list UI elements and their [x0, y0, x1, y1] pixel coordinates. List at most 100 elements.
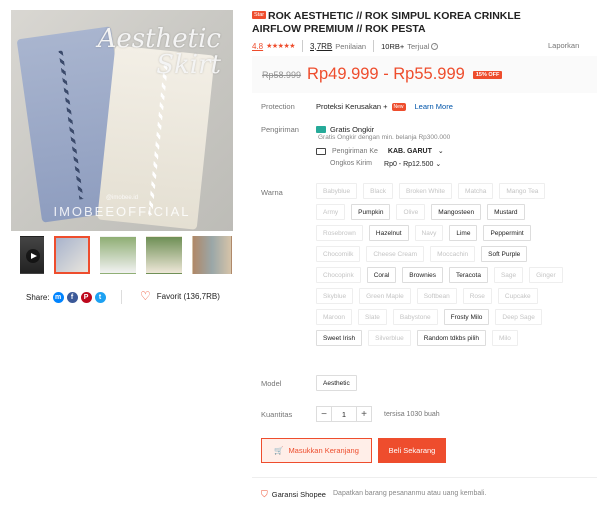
variant-option: Olive [396, 204, 426, 220]
cart-icon: 🛒 [274, 446, 284, 455]
quantity-label: Kuantitas [261, 410, 293, 419]
free-shipping-title: Gratis Ongkir [330, 125, 375, 134]
share-label: Share: [26, 293, 50, 302]
variant-option: Softbean [416, 288, 457, 304]
variant-option: Babystone [392, 309, 438, 325]
divider [252, 477, 597, 478]
variant-option: Maroon [316, 309, 353, 325]
chevron-down-icon[interactable]: ⌄ [438, 147, 444, 155]
free-shipping-row: Gratis Ongkir [316, 125, 374, 134]
guarantee-subtitle: Dapatkan barang pesananmu atau uang kemb… [333, 490, 487, 497]
pinterest-icon[interactable]: P [80, 292, 92, 303]
help-icon[interactable]: ? [431, 42, 439, 50]
variant-option: Navy [414, 225, 444, 241]
decrement-button[interactable]: − [316, 406, 332, 422]
variant-option[interactable]: Coral [366, 267, 397, 283]
ship-to-value[interactable]: KAB. GARUT [388, 148, 432, 155]
overlay-handle: @imobee.id [105, 195, 139, 201]
variant-option[interactable]: Mangosteen [431, 204, 482, 220]
variant-option: Broken White [399, 183, 453, 199]
guarantee-row[interactable]: ⛉ Garansi Shopee [261, 489, 326, 500]
share-row: Share: m f P t [26, 292, 106, 303]
price-box: Rp58.999 Rp49.999 - Rp55.999 15% OFF [252, 56, 597, 93]
protection-value: Proteksi Kerusakan + [316, 102, 388, 111]
messenger-icon[interactable]: m [52, 292, 64, 303]
variant-option[interactable]: Random tdkbs pilih [416, 330, 486, 346]
variant-option[interactable]: Frosty Milo [443, 309, 490, 325]
play-icon [26, 249, 40, 263]
thumbnail-2[interactable] [100, 236, 136, 274]
increment-button[interactable]: + [356, 406, 372, 422]
add-to-cart-label: Masukkan Keranjang [288, 446, 359, 455]
thumbnail-3[interactable] [146, 236, 182, 274]
variant-option: Mango Tea [499, 183, 546, 199]
buy-now-button[interactable]: Beli Sekarang [378, 438, 446, 463]
product-title: ROK AESTHETIC // ROK SIMPUL KOREA CRINKL… [252, 10, 521, 35]
original-price: Rp58.999 [262, 69, 302, 80]
add-to-cart-button[interactable]: 🛒 Masukkan Keranjang [261, 438, 372, 463]
main-product-image[interactable]: Aesthetic Skirt @imobee.id IMOBEEOFFICIA… [11, 10, 233, 231]
learn-more-link[interactable]: Learn More [415, 102, 453, 111]
shipping-cost-label: Ongkos Kirim [330, 160, 373, 167]
variant-option[interactable]: Lime [449, 225, 478, 241]
thumbnail-4[interactable] [192, 236, 232, 274]
quantity-input[interactable]: 1 [332, 406, 356, 422]
chevron-down-icon: ⌄ [435, 161, 442, 168]
variant-option: Babyblue [316, 183, 358, 199]
variant-option: Slate [358, 309, 387, 325]
star-seller-badge: Star [252, 11, 267, 19]
variant-option: Deep Sage [495, 309, 542, 325]
variant-option[interactable]: Sweet Irish [316, 330, 363, 346]
variant-option: Matcha [458, 183, 494, 199]
variant-option[interactable]: Hazelnut [368, 225, 409, 241]
sold-count: 10RB+ [381, 41, 405, 51]
variant-option: Silverblue [368, 330, 411, 346]
truck-icon [316, 147, 326, 155]
free-shipping-truck-icon [316, 126, 326, 133]
rating-value[interactable]: 4.8 [252, 42, 263, 51]
variant-option[interactable]: Teracota [449, 267, 488, 283]
model-option[interactable]: Aesthetic [316, 375, 357, 391]
favorite-label: Favorit (136,7RB) [156, 291, 220, 301]
rating-stars-icon: ★★★★★ [266, 43, 296, 50]
variant-option[interactable]: Mustard [487, 204, 525, 220]
sold-label: Terjual [407, 41, 430, 51]
twitter-icon[interactable]: t [94, 292, 106, 303]
current-price: Rp49.999 - Rp55.999 [307, 65, 465, 83]
discount-badge: 15% OFF [472, 70, 503, 79]
ratings-count[interactable]: 3,7RB [310, 42, 332, 51]
variant-option: Cheese Cream [366, 246, 425, 262]
ratings-label: Penilaian [335, 41, 367, 51]
report-link[interactable]: Laporkan [548, 41, 579, 50]
ship-to-row: Pengiriman Ke KAB. GARUT ⌄ [316, 147, 444, 155]
new-badge: New [391, 102, 406, 111]
quantity-stepper: − 1 + tersisa 1030 buah [316, 406, 440, 422]
divider [302, 40, 304, 52]
thumbnail-video[interactable] [20, 236, 44, 274]
stock-text: tersisa 1030 buah [384, 410, 440, 418]
favorite-button[interactable]: ♡ Favorit (136,7RB) [140, 290, 220, 302]
ship-to-label: Pengiriman Ke [332, 147, 378, 155]
variant-option[interactable]: Pumpkin [351, 204, 391, 220]
free-shipping-subtitle: Gratis Ongkir dengan min. belanja Rp300.… [318, 134, 451, 141]
divider [121, 290, 122, 304]
thumbnail-strip [20, 236, 234, 276]
variant-option[interactable]: Soft Purple [481, 246, 528, 262]
model-label: Model [261, 379, 282, 388]
variant-option: Black [363, 183, 394, 199]
variant-option: Green Maple [359, 288, 411, 304]
shipping-cost-value[interactable]: Rp0 - Rp12.500 ⌄ [384, 160, 441, 168]
variant-option: Rose [462, 288, 492, 304]
variant-option[interactable]: Brownies [402, 267, 443, 283]
thumbnail-1[interactable] [54, 236, 90, 274]
shipping-cost-row: Ongkos Kirim Rp0 - Rp12.500 ⌄ [330, 160, 441, 168]
facebook-icon[interactable]: f [66, 292, 78, 303]
variant-option: Chocomilk [316, 246, 361, 262]
variant-option: Moccachin [430, 246, 476, 262]
rating-row: 4.8 ★★★★★ 3,7RB Penilaian 10RB+ Terjual … [252, 40, 439, 52]
variant-option[interactable]: Peppermint [483, 225, 531, 241]
variant-option: Ginger [529, 267, 563, 283]
variant-option: Rosebrown [316, 225, 363, 241]
guarantee-title: Garansi Shopee [271, 490, 326, 499]
overlay-shop-name: IMOBEEOFFICIAL [53, 204, 191, 219]
